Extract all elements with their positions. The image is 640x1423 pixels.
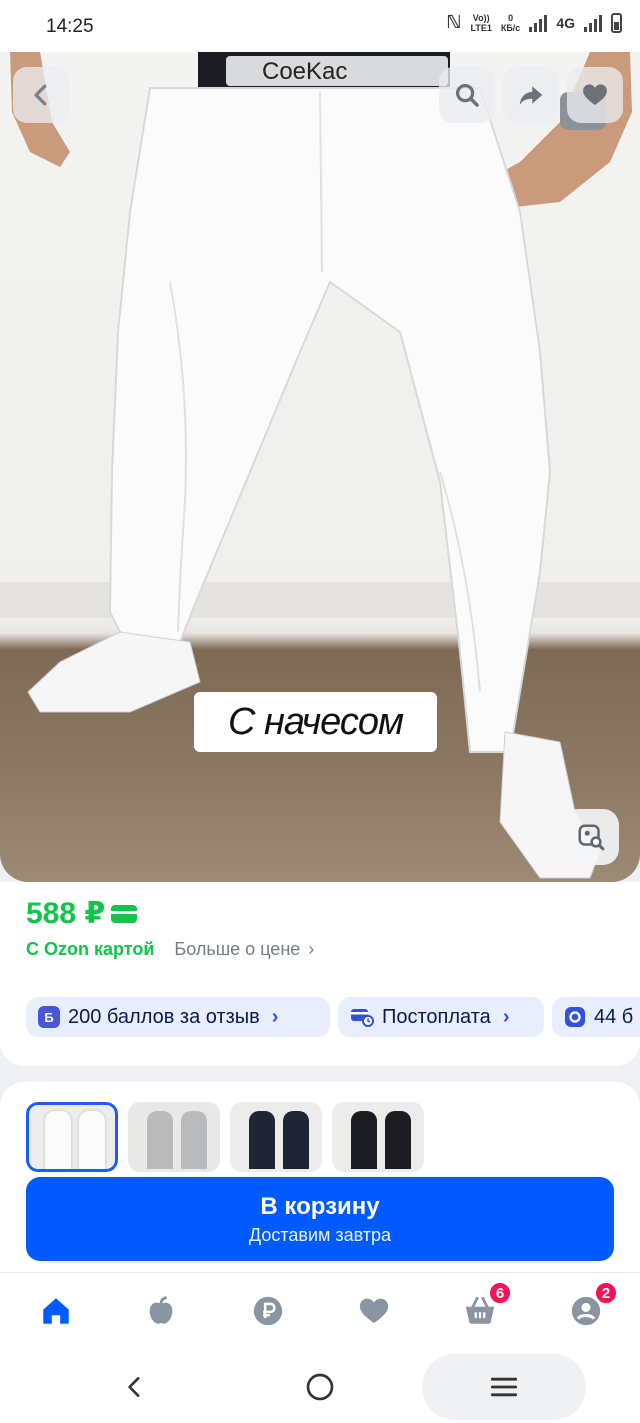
- card-clock-icon: [351, 1009, 374, 1027]
- heart-icon: [583, 84, 607, 105]
- system-recents-button[interactable]: [422, 1354, 586, 1420]
- ozon-card-price-label: С Ozon картой: [26, 939, 155, 959]
- variant-thumb-black[interactable]: [332, 1102, 424, 1172]
- nav-home[interactable]: [36, 1291, 76, 1331]
- image-caption: С начесом: [194, 692, 437, 752]
- search-icon: [456, 84, 479, 107]
- network-type: 4G: [556, 14, 575, 31]
- signal-icon: [529, 14, 548, 32]
- variant-thumb-navy[interactable]: [230, 1102, 322, 1172]
- product-image[interactable]: CoeKac С начесом: [0, 52, 640, 882]
- status-bar: 14:25 ℕ Vo)) LTE1 0 КБ/с 4G: [0, 0, 640, 52]
- nav-profile[interactable]: 2: [566, 1281, 618, 1331]
- waistband-text: CoeKac: [262, 58, 347, 85]
- system-back-button[interactable]: [100, 1354, 170, 1420]
- heart-icon: [359, 1298, 389, 1324]
- image-search-button[interactable]: [563, 809, 619, 865]
- share-icon: [519, 86, 543, 105]
- chip-label: Постоплата: [382, 1005, 491, 1028]
- chevron-left-icon: [34, 84, 47, 106]
- variant-thumb-grey[interactable]: [128, 1102, 220, 1172]
- chevron-right-icon: ›: [308, 939, 315, 959]
- chip-points-more[interactable]: 44 б: [552, 997, 640, 1037]
- apple-icon: [149, 1296, 173, 1324]
- nav-cart[interactable]: 6: [460, 1281, 512, 1331]
- nav-fresh[interactable]: [141, 1291, 181, 1331]
- variants-section: В корзину Доставим завтра: [0, 1082, 640, 1272]
- add-to-cart-button[interactable]: В корзину Доставим завтра: [26, 1177, 614, 1261]
- menu-icon: [490, 1377, 518, 1397]
- search-button[interactable]: [439, 67, 495, 123]
- chevron-left-icon: [128, 1377, 140, 1397]
- color-variants: [26, 1102, 424, 1172]
- volte-indicator: Vo)) LTE1: [470, 12, 492, 33]
- chip-postpay[interactable]: Постоплата ›: [338, 997, 544, 1037]
- back-button[interactable]: [13, 67, 69, 123]
- chevron-right-icon: ›: [271, 1005, 279, 1028]
- ozon-card-icon: [111, 904, 138, 923]
- share-button[interactable]: [503, 67, 559, 123]
- more-about-price-link[interactable]: Больше о цене ›: [174, 939, 314, 960]
- add-to-cart-label: В корзину: [260, 1192, 380, 1220]
- delivery-label: Доставим завтра: [248, 1224, 392, 1245]
- chip-review-points[interactable]: Б 200 баллов за отзыв ›: [26, 997, 330, 1037]
- nfc-icon: ℕ: [446, 12, 462, 33]
- price-subline: С Ozon картой Больше о цене ›: [26, 939, 314, 960]
- status-time: 14:25: [46, 16, 94, 37]
- points-icon: Б: [38, 1006, 60, 1028]
- price-value: 588 ₽: [26, 897, 106, 930]
- nav-favorites[interactable]: [354, 1291, 394, 1331]
- nav-ozon-card[interactable]: [248, 1291, 288, 1331]
- status-icons: ℕ Vo)) LTE1 0 КБ/с 4G: [446, 12, 622, 33]
- product-photo-illustration: CoeKac: [0, 52, 640, 879]
- ruble-icon: [253, 1296, 283, 1326]
- chevron-right-icon: ›: [502, 1005, 510, 1028]
- network-speed: 0 КБ/с: [500, 12, 521, 33]
- system-navigation: [0, 1342, 640, 1423]
- battery-icon: [611, 12, 622, 33]
- home-icon: [43, 1298, 69, 1324]
- bottom-navigation: 6 2: [0, 1272, 640, 1342]
- image-search-icon: [578, 824, 605, 851]
- favorite-button[interactable]: [567, 67, 623, 123]
- price-section: 588 ₽ С Ozon картой Больше о цене › Б 20…: [0, 882, 640, 1066]
- price-row: 588 ₽: [26, 896, 138, 931]
- cart-badge: 6: [488, 1281, 512, 1305]
- chip-label: 44 б: [594, 1005, 634, 1028]
- points-badge-icon: [565, 1007, 585, 1027]
- circle-home-icon: [306, 1373, 334, 1401]
- system-home-button[interactable]: [285, 1354, 355, 1420]
- signal-icon-2: [584, 14, 602, 32]
- profile-badge: 2: [594, 1281, 618, 1305]
- benefit-chips: Б 200 баллов за отзыв › Постоплата › 44 …: [26, 997, 640, 1037]
- chip-label: 200 баллов за отзыв: [68, 1005, 260, 1028]
- product-page: 14:25 ℕ Vo)) LTE1 0 КБ/с 4G CoeKac С нач…: [0, 0, 640, 1423]
- variant-thumb-white[interactable]: [26, 1102, 118, 1172]
